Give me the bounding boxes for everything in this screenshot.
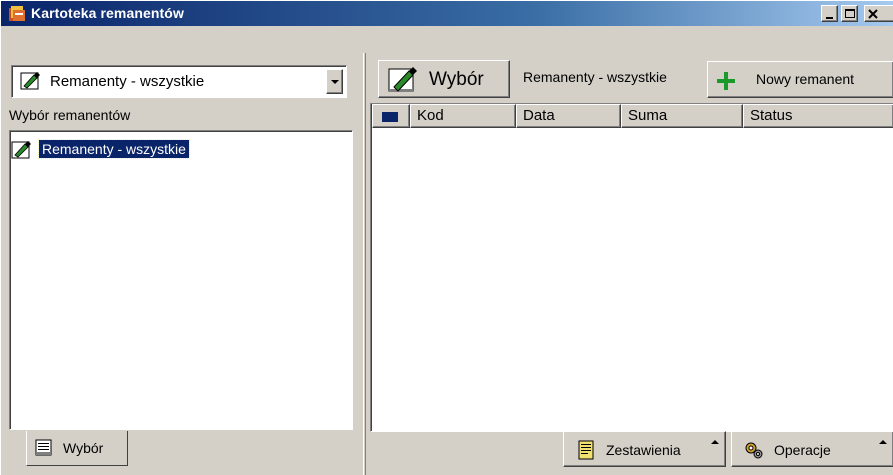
minimize-icon <box>826 17 833 19</box>
pane-splitter[interactable] <box>363 53 366 475</box>
combo-dropdown-button[interactable] <box>326 69 343 94</box>
selection-tree[interactable] <box>9 130 353 430</box>
section-label: Wybór remanentów <box>9 107 131 123</box>
column-header-data[interactable]: Data <box>516 104 621 128</box>
new-inventory-button[interactable]: Nowy remanent <box>707 61 893 98</box>
combo-value: Remanenty - wszystkie <box>50 73 205 90</box>
zestawienia-button[interactable]: Zestawienia <box>563 431 726 467</box>
tab-wybor[interactable]: Wybór <box>26 431 128 466</box>
inventory-app-icon <box>9 6 25 21</box>
maximize-button[interactable] <box>841 5 858 22</box>
maximize-icon <box>845 9 855 18</box>
report-icon <box>578 440 594 460</box>
document-icon <box>35 439 52 456</box>
title-bar[interactable]: Kartoteka remanentów <box>1 1 893 26</box>
current-filter-label: Remanenty - wszystkie <box>523 69 667 85</box>
edit-list-icon <box>388 67 417 92</box>
operacje-button[interactable]: Operacje <box>731 431 893 467</box>
column-header-suma[interactable]: Suma <box>621 104 743 128</box>
chevron-down-icon <box>331 80 339 84</box>
select-marker-icon <box>382 112 398 122</box>
plus-icon <box>717 72 735 90</box>
close-icon <box>868 9 878 19</box>
wybor-button[interactable]: Wybór <box>378 60 510 98</box>
window-title: Kartoteka remanentów <box>31 5 184 21</box>
chevron-up-icon <box>711 440 719 444</box>
operacje-label: Operacje <box>774 442 831 458</box>
tab-label: Wybór <box>63 440 104 456</box>
gears-icon <box>745 442 763 459</box>
column-header-status[interactable]: Status <box>743 104 893 128</box>
select-all-column[interactable] <box>372 104 410 128</box>
minimize-button[interactable] <box>821 5 838 22</box>
tree-item-label: Remanenty - wszystkie <box>38 139 190 159</box>
wybor-label: Wybór <box>429 69 484 90</box>
window: Kartoteka remanentów Remanenty - wszystk… <box>0 0 893 475</box>
zestawienia-label: Zestawienia <box>606 442 681 458</box>
inventory-list[interactable] <box>370 103 893 432</box>
edit-list-icon <box>11 141 31 159</box>
column-header-kod[interactable]: Kod <box>410 104 516 128</box>
chevron-up-icon <box>879 440 887 444</box>
new-inventory-label: Nowy remanent <box>756 71 855 87</box>
edit-list-icon <box>20 72 40 90</box>
close-button[interactable] <box>864 5 893 22</box>
filter-combo[interactable]: Remanenty - wszystkie <box>11 65 347 98</box>
